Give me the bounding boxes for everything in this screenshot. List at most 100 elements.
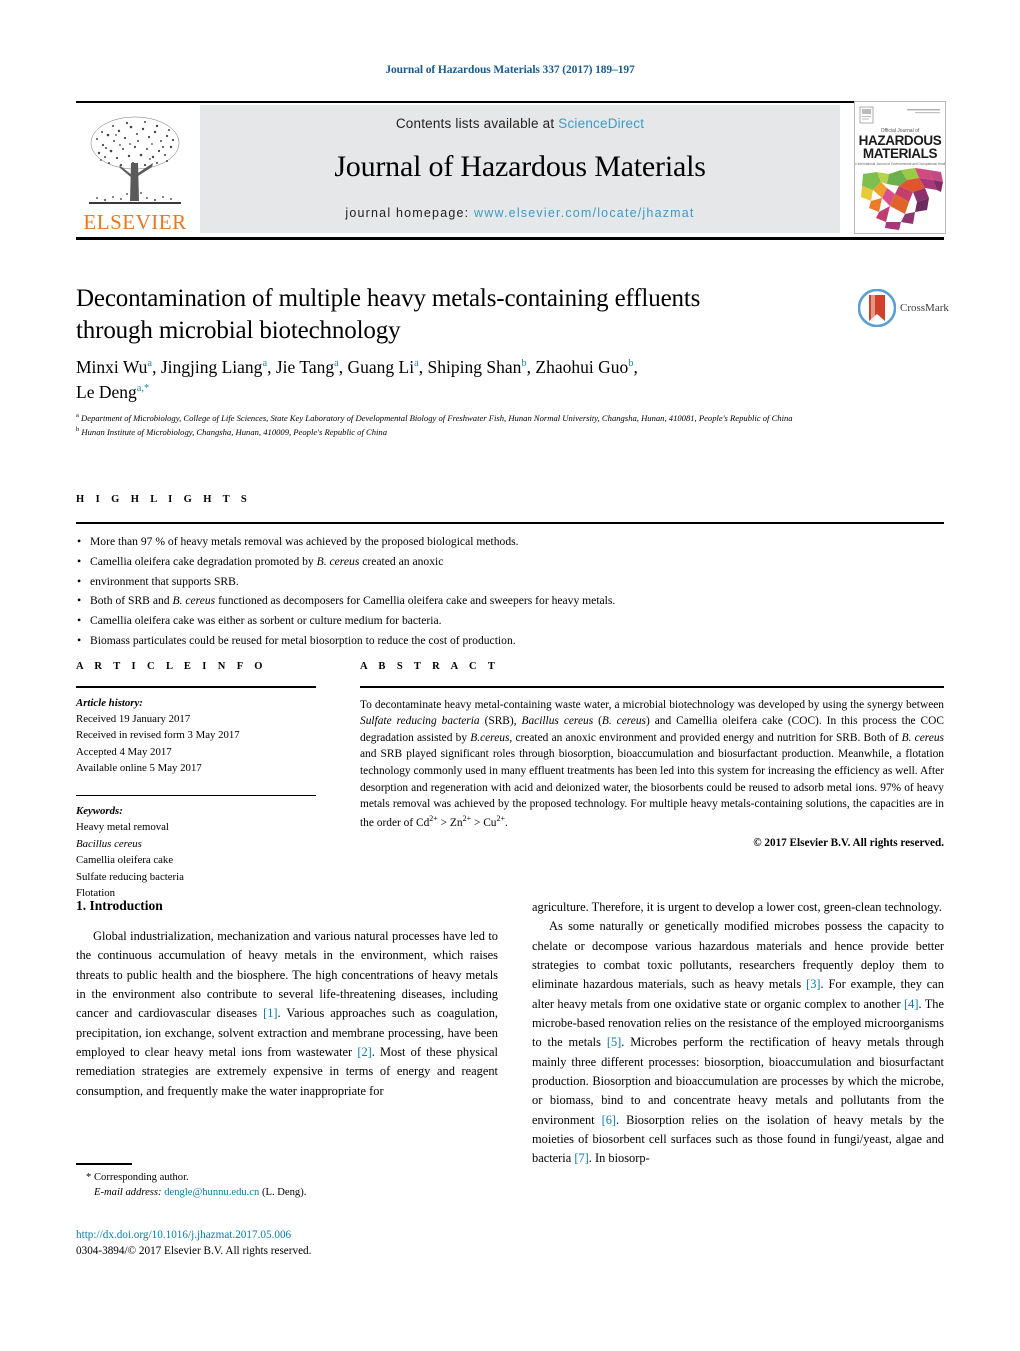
highlights-label: H I G H L I G H T S <box>76 494 252 505</box>
history-item: Received in revised form 3 May 2017 <box>76 729 240 742</box>
history-item: Accepted 4 May 2017 <box>76 745 172 758</box>
email-suffix: (L. Deng). <box>261 1187 307 1199</box>
article-history-label: Article history: <box>76 696 143 709</box>
section-heading-introduction: 1. Introduction <box>76 898 163 913</box>
author-affil-marker[interactable]: b <box>628 358 633 369</box>
affiliation-marker: a <box>76 412 79 420</box>
masthead-panel: Contents lists available at ScienceDirec… <box>200 105 840 233</box>
email-label: E-mail address: <box>94 1187 162 1199</box>
reference-link[interactable]: [5] <box>607 1035 621 1049</box>
reference-link[interactable]: [2] <box>357 1045 371 1059</box>
list-item: Camellia oleifera cake degradation promo… <box>76 551 944 572</box>
keyword-item[interactable]: Sulfate reducing bacteria <box>76 869 331 885</box>
keywords-label: Keywords: <box>76 805 123 818</box>
homepage-prefix: journal homepage: <box>345 206 474 220</box>
article-first-page: Journal of Hazardous Materials 337 (2017… <box>0 0 1020 1351</box>
history-item: Received 19 January 2017 <box>76 712 191 725</box>
masthead-top-rule <box>76 101 944 103</box>
crossmark-icon <box>858 289 896 327</box>
author-name: Le Deng <box>76 382 137 403</box>
author-affil-marker[interactable]: a <box>414 358 419 369</box>
journal-title: Journal of Hazardous Materials <box>334 150 706 183</box>
author-affil-marker[interactable]: a <box>262 358 267 369</box>
page-title: Decontamination of multiple heavy metals… <box>76 285 701 345</box>
highlights-section: H I G H L I G H T S More than 97 % of he… <box>76 494 944 651</box>
abstract-section: A B S T R A C T To decontaminate heavy m… <box>360 661 944 849</box>
elsevier-wordmark: ELSEVIER <box>83 210 187 234</box>
abstract-copyright: © 2017 Elsevier B.V. All rights reserved… <box>753 837 944 850</box>
body-column-left: 1. Introduction Global industrialization… <box>76 898 498 1101</box>
author-name: Guang Li <box>347 357 415 377</box>
affiliation-marker: b <box>76 426 80 434</box>
affiliation-item: a Department of Microbiology, College of… <box>76 411 906 425</box>
journal-masthead: ELSEVIER Contents lists available at Sci… <box>76 101 946 240</box>
author-list: Minxi Wua, Jingjing Lianga, Jie Tanga, G… <box>76 357 638 403</box>
corresponding-author-label: Corresponding author. <box>93 1171 189 1183</box>
highlight-text: More than 97 % of heavy metals removal w… <box>90 535 519 548</box>
affiliation-text: Department of Microbiology, College of L… <box>81 413 793 423</box>
journal-homepage-line: journal homepage: www.elsevier.com/locat… <box>345 206 694 220</box>
author-name: Minxi Wu <box>76 357 148 377</box>
journal-cover-art: Official Journal of HAZARDOUS MATERIALS … <box>855 102 945 233</box>
affiliation-item: b Hunan Institute of Microbiology, Chang… <box>76 425 906 439</box>
reference-link[interactable]: [1] <box>263 1006 277 1020</box>
article-history-block: Article history: Received 19 January 201… <box>76 688 331 777</box>
corresponding-author-footnote: * Corresponding author. E-mail address: … <box>76 1163 498 1201</box>
affiliations: a Department of Microbiology, College of… <box>76 411 906 439</box>
author-name: Shiping Shan <box>427 357 522 377</box>
paragraph: As some naturally or genetically modifie… <box>532 919 944 1166</box>
running-head: Journal of Hazardous Materials 337 (2017… <box>385 64 635 76</box>
elsevier-logo: ELSEVIER <box>76 105 194 233</box>
abstract-text: To decontaminate heavy metal-containing … <box>360 698 944 829</box>
doi-link[interactable]: http://dx.doi.org/10.1016/j.jhazmat.2017… <box>76 1227 516 1243</box>
highlight-text: Camellia oleifera cake was either as sor… <box>90 614 442 628</box>
article-info-label: A R T I C L E I N F O <box>76 661 267 672</box>
keyword-item[interactable]: Heavy metal removal <box>76 819 331 835</box>
corresponding-author-line: * Corresponding author. <box>76 1170 498 1186</box>
crossmark-badge[interactable]: CrossMark <box>858 287 958 329</box>
email-link[interactable]: dengle@hunnu.edu.cn <box>164 1187 259 1198</box>
reference-link[interactable]: [6] <box>602 1113 616 1127</box>
list-item: Camellia oleifera cake was either as sor… <box>76 610 944 631</box>
footnote-marker: * <box>86 1171 92 1183</box>
author-affil-marker[interactable]: a,* <box>137 383 150 394</box>
author-affil-marker[interactable]: a <box>147 358 152 369</box>
list-item: More than 97 % of heavy metals removal w… <box>76 531 944 552</box>
journal-homepage-link[interactable]: www.elsevier.com/locate/jhazmat <box>474 206 695 220</box>
masthead-bottom-rule <box>76 237 944 240</box>
history-item: Available online 5 May 2017 <box>76 762 202 775</box>
list-item: Both of SRB and B. cereus functioned as … <box>76 590 944 611</box>
keywords-block: Keywords: Heavy metal removal Bacillus c… <box>76 777 331 902</box>
affiliation-text: Hunan Institute of Microbiology, Changsh… <box>81 427 388 437</box>
abstract-label: A B S T R A C T <box>360 661 500 672</box>
reference-link[interactable]: [4] <box>904 997 918 1011</box>
author-name: Zhaohui Guo <box>535 357 629 377</box>
svg-text:MATERIALS: MATERIALS <box>863 146 938 161</box>
article-info-section: A R T I C L E I N F O Article history: R… <box>76 661 331 901</box>
author-name: Jie Tang <box>275 357 335 377</box>
sciencedirect-link[interactable]: ScienceDirect <box>558 116 644 131</box>
footnote-rule <box>76 1163 132 1165</box>
keyword-item[interactable]: Bacillus cereus <box>76 836 331 852</box>
paragraph: Global industrialization, mechanization … <box>76 929 498 1098</box>
reference-link[interactable]: [3] <box>806 977 820 991</box>
issn-copyright-line: 0304-3894/© 2017 Elsevier B.V. All right… <box>76 1245 312 1258</box>
elsevier-tree-icon <box>89 116 181 204</box>
svg-text:An International Journal of En: An International Journal of Environmenta… <box>855 162 945 166</box>
journal-cover-thumbnail: Official Journal of HAZARDOUS MATERIALS … <box>854 101 946 234</box>
highlight-text: environment that supports SRB. <box>90 574 239 588</box>
author-affil-marker[interactable]: b <box>521 358 526 369</box>
author-name: Jingjing Liang <box>160 357 263 377</box>
paragraph: agriculture. Therefore, it is urgent to … <box>532 900 942 914</box>
highlights-list: More than 97 % of heavy metals removal w… <box>76 524 944 651</box>
highlight-text: Biomass particulates could be reused for… <box>90 634 516 648</box>
keyword-item[interactable]: Camellia oleifera cake <box>76 852 331 868</box>
doi-footer: http://dx.doi.org/10.1016/j.jhazmat.2017… <box>76 1227 516 1259</box>
contents-available-line: Contents lists available at ScienceDirec… <box>396 116 644 131</box>
email-line: E-mail address: dengle@hunnu.edu.cn (L. … <box>76 1185 498 1201</box>
body-column-right: agriculture. Therefore, it is urgent to … <box>532 898 944 1169</box>
author-affil-marker[interactable]: a <box>334 358 339 369</box>
reference-link[interactable]: [7] <box>574 1151 588 1165</box>
list-item: environment that supports SRB. <box>76 571 944 592</box>
list-item: Biomass particulates could be reused for… <box>76 630 944 651</box>
